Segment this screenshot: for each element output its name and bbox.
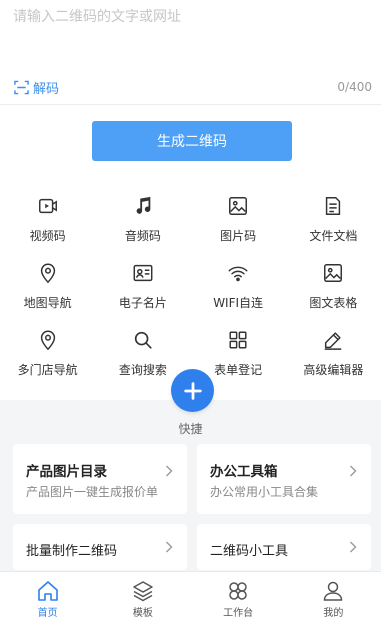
chevron-right-icon [165, 465, 173, 477]
card-product-catalog[interactable]: 产品图片目录 产品图片一键生成报价单 [13, 444, 187, 514]
clover-icon [229, 582, 247, 600]
decode-button[interactable]: 解码 [14, 78, 59, 97]
grid-item-label: 高级编辑器 [303, 363, 364, 377]
grid-item-doc[interactable]: 文件文档 [286, 190, 381, 257]
card-batch-qr[interactable]: 批量制作二维码 [13, 524, 187, 570]
card-subtitle: 办公常用小工具合集 [210, 485, 319, 499]
tab-templates[interactable]: 模板 [95, 572, 190, 621]
grid-item-wifi[interactable]: WIFI自连 [191, 257, 286, 324]
grid-item-label: 地图导航 [23, 296, 72, 310]
grid-item-video[interactable]: 视频码 [0, 190, 95, 257]
chevron-right-icon [349, 541, 357, 553]
grid-icon [226, 328, 250, 352]
plus-icon [183, 381, 202, 400]
input-area: 解码 0/400 [0, 0, 381, 104]
card-title: 批量制作二维码 [26, 544, 118, 559]
picture-icon [321, 261, 345, 285]
function-grid: 视频码 音频码 图片码 文件文档 地图导航 电子名片 WIFI自连 图文表格 多… [0, 190, 381, 391]
user-icon [324, 581, 343, 601]
grid-item-card[interactable]: 电子名片 [95, 257, 190, 324]
pencil-icon [321, 328, 345, 352]
grid-item-map[interactable]: 地图导航 [0, 257, 95, 324]
location-pin-icon [36, 261, 60, 285]
document-icon [321, 194, 345, 218]
grid-item-label: 多门店导航 [17, 363, 78, 377]
grid-item-label: 文件文档 [309, 229, 358, 243]
grid-item-label: 电子名片 [118, 296, 167, 310]
grid-item-multistore[interactable]: 多门店导航 [0, 324, 95, 391]
location-pin-icon [36, 328, 60, 352]
grid-item-label: 音频码 [124, 229, 161, 243]
scan-icon [14, 80, 29, 95]
card-title: 二维码小工具 [210, 544, 289, 559]
tab-label: 模板 [132, 608, 153, 619]
wifi-icon [226, 261, 250, 285]
image-icon [226, 194, 250, 218]
generate-qr-button[interactable]: 生成二维码 [92, 121, 292, 161]
tab-label: 我的 [323, 608, 344, 619]
grid-item-label: 查询搜索 [118, 363, 167, 377]
quick-add-button[interactable] [171, 369, 214, 412]
card-title: 办公工具箱 [210, 464, 278, 480]
home-icon [37, 581, 58, 601]
grid-item-image[interactable]: 图片码 [191, 190, 286, 257]
video-icon [36, 194, 60, 218]
qr-text-input[interactable] [13, 6, 368, 66]
grid-item-label: WIFI自连 [213, 296, 264, 310]
char-count: 0/400 [337, 80, 372, 94]
decode-label: 解码 [33, 82, 60, 97]
grid-item-table[interactable]: 图文表格 [286, 257, 381, 324]
music-note-icon [131, 194, 155, 218]
tab-label: 工作台 [223, 608, 254, 619]
grid-item-label: 表单登记 [214, 363, 263, 377]
card-subtitle: 产品图片一键生成报价单 [26, 485, 159, 499]
bottom-tab-bar: 首页 模板 工作台 我的 [0, 571, 381, 621]
tab-label: 首页 [37, 608, 58, 619]
chevron-right-icon [349, 465, 357, 477]
tab-mine[interactable]: 我的 [286, 572, 381, 621]
grid-item-label: 视频码 [29, 229, 66, 243]
layers-icon [133, 581, 153, 602]
grid-item-label: 图片码 [220, 229, 257, 243]
search-icon [131, 328, 155, 352]
grid-row: 地图导航 电子名片 WIFI自连 图文表格 [0, 257, 381, 324]
tab-home[interactable]: 首页 [0, 572, 95, 621]
card-qr-tools[interactable]: 二维码小工具 [197, 524, 371, 570]
grid-item-label: 图文表格 [309, 296, 358, 310]
grid-item-audio[interactable]: 音频码 [95, 190, 190, 257]
chevron-right-icon [165, 541, 173, 553]
divider [0, 104, 381, 105]
contact-card-icon [131, 261, 155, 285]
quick-label: 快捷 [178, 422, 203, 436]
grid-row: 视频码 音频码 图片码 文件文档 [0, 190, 381, 257]
card-office-toolbox[interactable]: 办公工具箱 办公常用小工具合集 [197, 444, 371, 514]
grid-item-editor[interactable]: 高级编辑器 [286, 324, 381, 391]
tab-workbench[interactable]: 工作台 [191, 572, 286, 621]
card-title: 产品图片目录 [26, 464, 107, 480]
